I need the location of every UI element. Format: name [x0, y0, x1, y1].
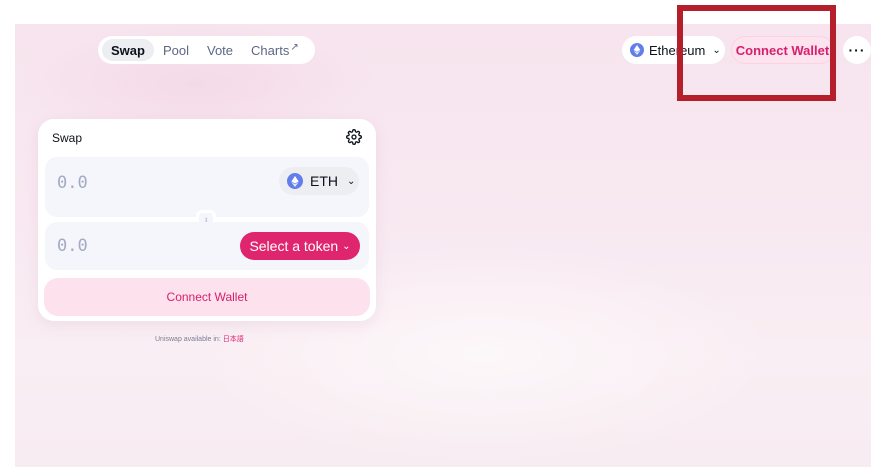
chevron-down-icon: ⌄ — [347, 175, 356, 187]
network-label: Ethereum — [649, 42, 706, 58]
chevron-down-icon: ⌄ — [342, 240, 351, 252]
select-token-label: Select a token — [249, 238, 339, 254]
nav-tab-label: Pool — [162, 42, 189, 58]
more-options-button[interactable]: ··· — [843, 36, 871, 64]
nav-tab-charts[interactable]: Charts ↗ — [242, 39, 308, 61]
nav-tab-pool[interactable]: Pool — [154, 39, 198, 61]
availability-text: Uniswap available in: — [155, 336, 221, 343]
input-token-symbol: ETH — [310, 173, 338, 189]
nav-tab-label: Charts — [251, 42, 290, 58]
connect-wallet-header-button[interactable]: Connect Wallet — [731, 36, 834, 64]
connect-wallet-button[interactable]: Connect Wallet — [44, 278, 370, 316]
main-nav: Swap Pool Vote Charts ↗ — [98, 36, 315, 64]
select-token-button[interactable]: Select a token ⌄ — [240, 232, 360, 260]
swap-input-panel: ETH ⌄ — [45, 157, 369, 217]
ethereum-icon — [287, 173, 303, 189]
output-amount-field[interactable] — [57, 236, 197, 256]
swap-card: Swap ETH ⌄ ↓ Select a token ⌄ Connect Wa… — [38, 119, 376, 321]
language-availability-note: Uniswap available in: 日本語 — [155, 334, 244, 344]
more-icon: ··· — [848, 42, 866, 58]
gear-icon[interactable] — [346, 129, 362, 145]
language-link-japanese[interactable]: 日本語 — [223, 336, 244, 343]
chevron-down-icon: ⌄ — [712, 44, 721, 56]
swap-output-panel: Select a token ⌄ — [45, 222, 369, 270]
network-selector-button[interactable]: Ethereum ⌄ — [622, 36, 725, 64]
nav-tab-swap[interactable]: Swap — [102, 39, 154, 61]
nav-tab-label: Swap — [111, 42, 145, 58]
swap-card-title: Swap — [52, 131, 83, 145]
input-token-selector[interactable]: ETH ⌄ — [279, 167, 359, 195]
external-link-icon: ↗ — [290, 41, 299, 53]
nav-tab-vote[interactable]: Vote — [198, 39, 242, 61]
input-amount-field[interactable] — [57, 173, 197, 193]
nav-tab-label: Vote — [207, 42, 234, 58]
ethereum-icon — [630, 43, 644, 57]
